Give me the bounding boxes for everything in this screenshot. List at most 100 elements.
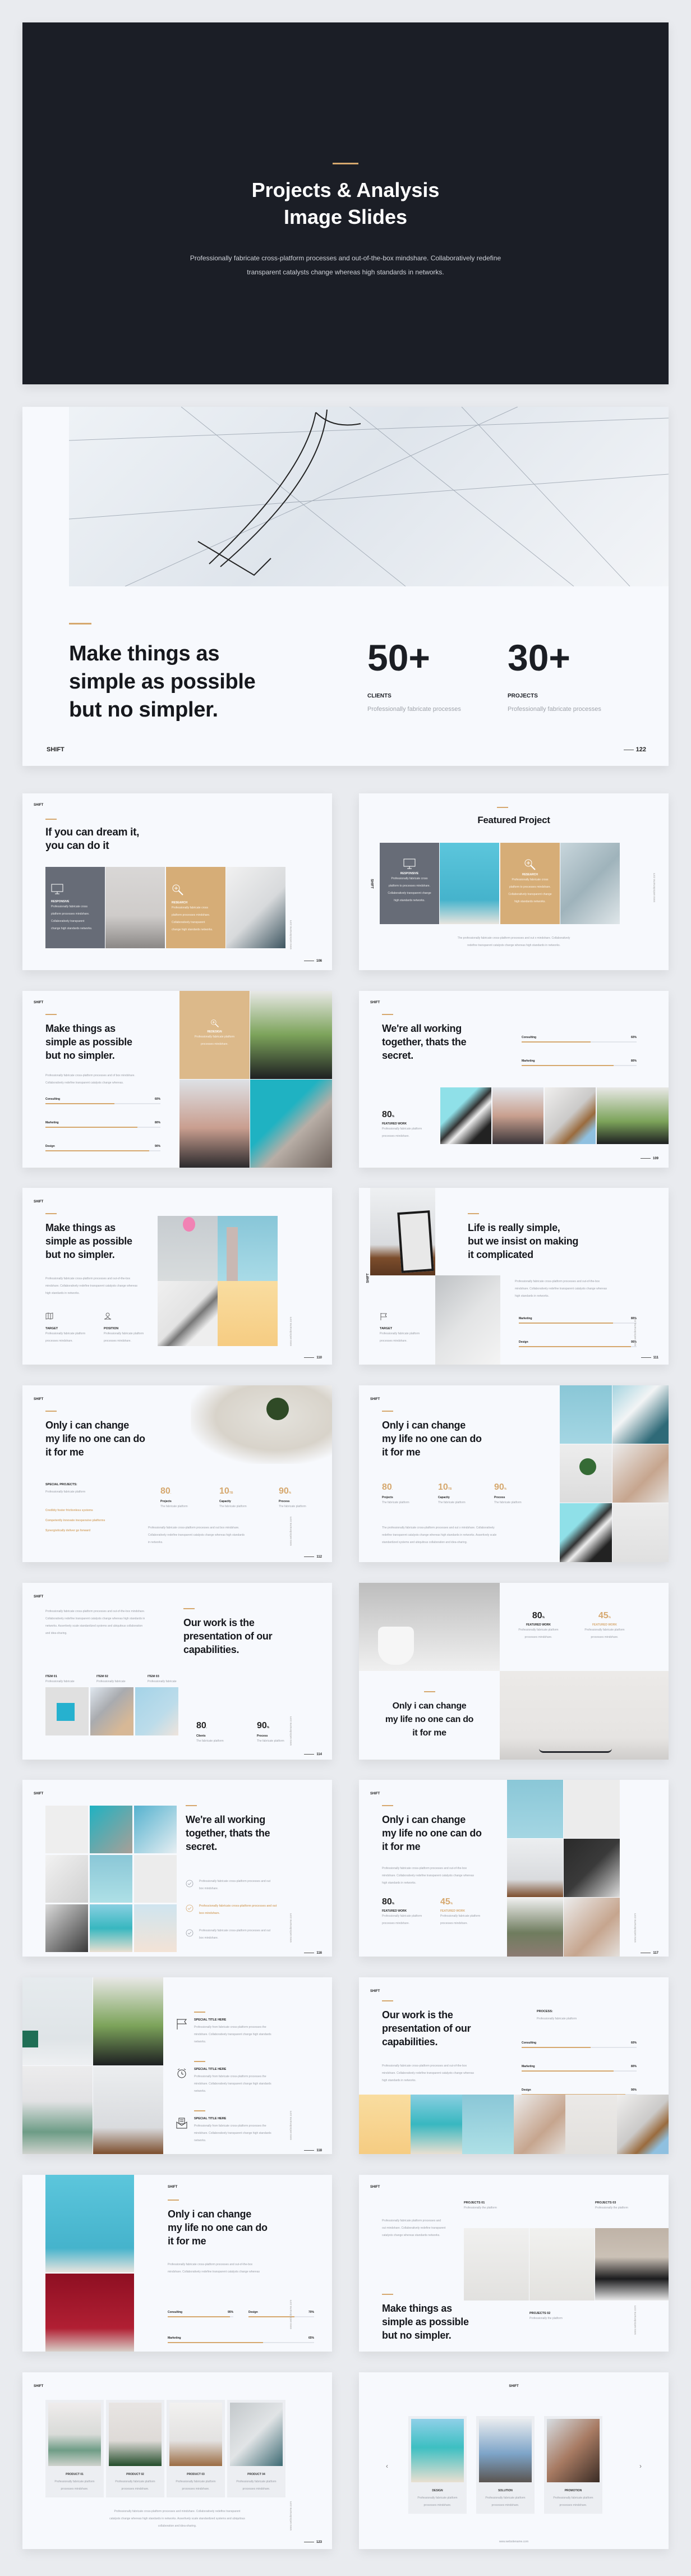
progress-fill	[168, 2316, 231, 2317]
feature-target: TARGET Professionally fabricate platform…	[45, 1312, 85, 1345]
progress-bar-design: Design 90%	[45, 1145, 160, 1151]
progress-fill	[248, 2316, 294, 2317]
special-title: SPECIAL TITLE HERE	[194, 2068, 227, 2071]
women-wall-image	[612, 1444, 669, 1503]
window-light-image	[617, 2095, 669, 2154]
special-projects-label: SPECIAL PROJECTS:	[45, 1483, 77, 1486]
progress-fill	[522, 2070, 614, 2072]
page-number: 114	[304, 1753, 322, 1756]
carousel-card: DESIGN Professionally fabricate platform p…	[408, 2416, 467, 2514]
framed-art-image	[507, 1839, 563, 1897]
progress-label: Consulting	[45, 1098, 61, 1101]
flag-icon	[176, 2018, 187, 2033]
slide-123: SHIFT PRODUCT 01 Professionally fabricate…	[22, 2372, 332, 2549]
brand-logo: SHIFT	[370, 1001, 380, 1004]
progress-label: Marketing	[168, 2336, 181, 2340]
progress-label: Marketing	[522, 1059, 535, 1063]
feature-position: POSITION Professionally fabricate platfo…	[104, 1312, 144, 1345]
item-desc: Professionally fabricate	[148, 1680, 177, 1683]
magnifier-plus-icon	[506, 858, 554, 871]
slide-116: SHIFT We're all working together, thats t…	[22, 1780, 332, 1957]
abstract-paper-image	[158, 1281, 218, 1346]
item-1: ITEM 01 Professionally fabricate	[45, 1675, 75, 1686]
website-url: www.websitename.com	[634, 1316, 637, 1346]
slide-109: SHIFT We're all working together, thats t…	[359, 991, 669, 1168]
stat-value: 80.	[382, 1482, 393, 1492]
page-number: 110	[304, 1356, 322, 1360]
progress-track	[522, 2047, 637, 2048]
project-desc: Professionally the platform	[464, 2206, 497, 2210]
product-desc: Professionally fabricate platform process…	[115, 2480, 155, 2491]
link-item[interactable]: Synergistically deliver go forward	[45, 1529, 105, 1532]
alarm-clock-icon	[176, 2068, 187, 2083]
hero-body: Professionally fabricate cross-platform …	[190, 254, 501, 276]
stat-value: 90%	[257, 1721, 270, 1730]
project-desc: Professionally the platform	[529, 2317, 563, 2320]
slide-carousel: SHIFT ‹ › DESIGN Professionally fabricate…	[359, 2372, 669, 2549]
woman-hat-image	[492, 1087, 543, 1144]
beach-woman-image	[411, 2095, 462, 2154]
stat-desc: The fabricate platform	[494, 1501, 522, 1504]
carousel-card: PROMOTION Professionally fabricate platfo…	[544, 2416, 602, 2514]
progress-label: Consulting	[522, 2041, 537, 2045]
hand-plant-image	[612, 1503, 669, 1562]
stat-desc: The fabricate platform	[438, 1501, 466, 1504]
slide-body: Professionally fabricate cross-platform …	[168, 2263, 260, 2274]
rocks-woman-image	[560, 843, 620, 924]
slide-title: Our work is the presentation of our capabi…	[183, 1617, 273, 1655]
progress-label: Design	[248, 2311, 258, 2314]
link-item[interactable]: Competently innovate inexpensive platfor…	[45, 1519, 105, 1522]
stat-capacity: 10TB Capacity The fabricate platform	[219, 1486, 247, 1510]
project-desc: Professionally the platform	[595, 2206, 628, 2210]
magnifier-plus-icon	[172, 884, 220, 899]
progress-value: 90%	[154, 1145, 160, 1148]
carousel-prev-button[interactable]: ‹	[386, 2462, 388, 2470]
hand-leaf-image	[565, 2095, 617, 2154]
cd-mockup-image	[45, 1687, 89, 1735]
link-item[interactable]: Credibly foster frictionless systems	[45, 1509, 105, 1512]
carousel-next-button[interactable]: ›	[639, 2462, 642, 2470]
slide-body: Professionally fabricate cross-platform …	[45, 1610, 145, 1635]
pool-woman-image	[440, 843, 499, 924]
page-number: 116	[304, 1951, 322, 1955]
map-icon	[45, 1312, 53, 1322]
progress-bar-marketing: Marketing 80%	[522, 1059, 637, 1066]
slide-title: Make things as simple as possible but no s…	[45, 1222, 132, 1260]
white-mug-image	[359, 1583, 500, 1671]
product-title: PRODUCT 02	[126, 2473, 144, 2476]
progress-bar-marketing: Marketing 80%	[45, 1121, 160, 1128]
progress-track	[45, 1103, 160, 1104]
product-card: PRODUCT 02 Professionally fabricate platf…	[106, 2400, 164, 2497]
card-desc: Professionally fabricate platform process…	[417, 2496, 458, 2507]
brand-logo: SHIFT	[34, 1595, 44, 1599]
accent-bar	[45, 1411, 57, 1412]
slide-body: Professionally fabricate platform proces…	[382, 2219, 446, 2237]
stat-projects: 80. Projects The fabricate platform	[382, 1482, 409, 1507]
product-title: PRODUCT 01	[66, 2473, 84, 2476]
page-number: 123	[304, 2541, 322, 2544]
stat-desc: The fabricate platform	[279, 1505, 306, 1508]
coffee-pour-image	[105, 867, 165, 948]
monitor-icon	[51, 884, 99, 898]
website-url: www.websitename.com	[634, 1913, 637, 1943]
chair-basket-image	[464, 2228, 529, 2301]
card-image	[411, 2419, 464, 2482]
brand-logo: SHIFT	[370, 1792, 380, 1796]
stat-desc: The fabricate platform	[219, 1505, 247, 1508]
architecture-sketch-image	[69, 407, 669, 586]
progress-fill	[45, 1127, 137, 1128]
project-01: PROJECTS 01 Professionally the platform	[464, 2201, 497, 2212]
link-list: Credibly foster frictionless systems Comp…	[45, 1509, 105, 1539]
check-text: Professionally fabricate cross-platform …	[199, 1880, 271, 1890]
progress-label: Design	[45, 1145, 55, 1148]
stat-value: 80.	[160, 1486, 172, 1496]
progress-label: Marketing	[522, 2065, 535, 2068]
slide-119: SHIFT Our work is the presentation of our…	[359, 1977, 669, 2154]
progress-bar-consulting: Consulting 95%	[168, 2311, 233, 2317]
progress-value: 60%	[630, 1036, 637, 1039]
hanging-plant-image	[191, 1385, 332, 1464]
feature-tile-responsive: RESPONSIVE Professionally fabricate cros…	[380, 843, 439, 924]
accent-bar	[45, 1014, 57, 1015]
location-pin-icon	[104, 1312, 112, 1322]
stat-clients: 80. Clients The fabricate platform	[196, 1721, 224, 1745]
